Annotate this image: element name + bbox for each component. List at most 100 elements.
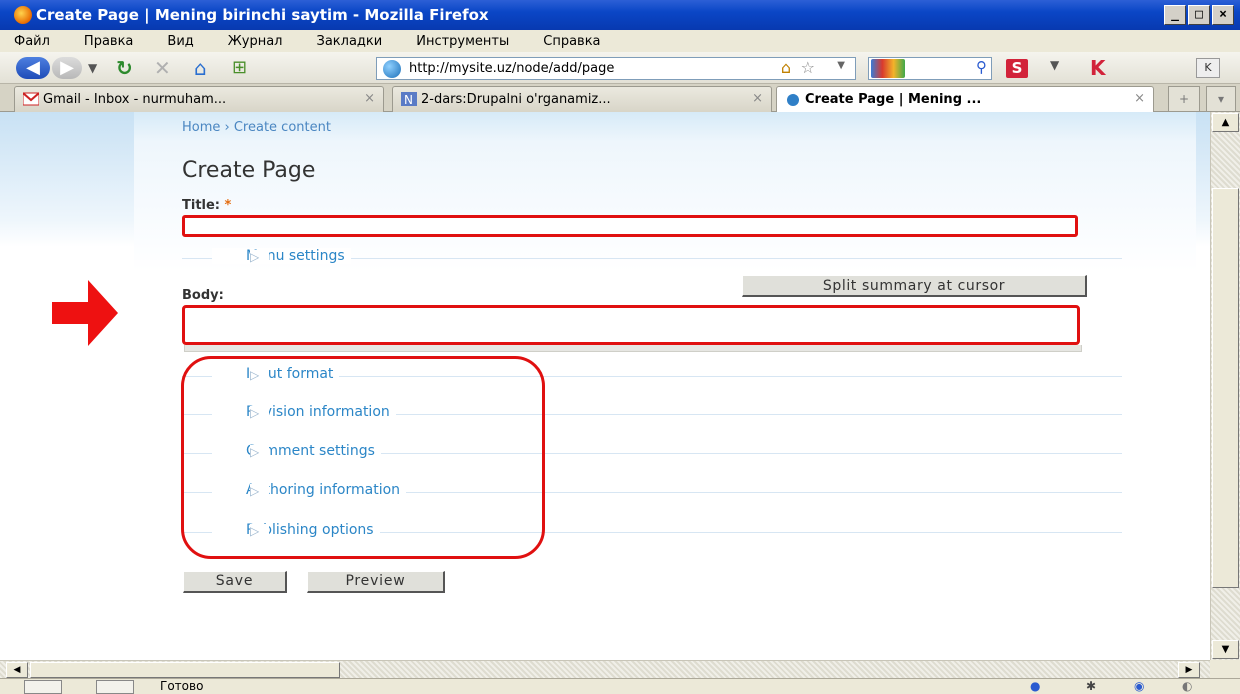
tab-label: Gmail - Inbox - nurmuham... xyxy=(43,92,227,107)
menu-help[interactable]: Справка xyxy=(543,34,600,49)
tab-bar: Gmail - Inbox - nurmuham... × N 2-dars:D… xyxy=(0,84,1240,113)
status-bar: Готово ● ✱ ◉ ◐ xyxy=(0,678,1240,694)
scroll-up-icon[interactable]: ▲ xyxy=(1212,113,1239,132)
scroll-left-icon[interactable]: ◀ xyxy=(6,662,28,678)
search-box[interactable]: ⚲ xyxy=(868,57,992,80)
title-input[interactable] xyxy=(182,215,1078,237)
collapse-triangle-icon: ▷ xyxy=(250,445,270,459)
search-engine-icon[interactable] xyxy=(871,59,905,78)
drupal-icon xyxy=(787,92,799,106)
maximize-button[interactable]: □ xyxy=(1188,5,1210,25)
minimize-button[interactable]: _ xyxy=(1164,5,1186,25)
page-title: Create Page xyxy=(182,158,316,183)
addon-s-button[interactable]: S xyxy=(1006,59,1028,78)
fieldset-legend[interactable]: ▷ Revision information xyxy=(212,404,396,420)
scroll-down-icon[interactable]: ▼ xyxy=(1212,640,1239,659)
fieldset-authoring-information[interactable]: ▷ Authoring information xyxy=(182,482,1122,502)
horizontal-scrollbar[interactable]: ◀ ▶ xyxy=(0,660,1210,678)
addon-k-box-icon[interactable]: K xyxy=(1196,58,1220,78)
site-favicon-icon xyxy=(383,59,401,78)
addon-k-icon[interactable]: K xyxy=(1090,56,1106,80)
vertical-scrollbar[interactable]: ▲ ▼ xyxy=(1210,112,1240,660)
fieldset-legend[interactable]: ▷ Menu settings xyxy=(212,248,351,264)
status-tool-icon[interactable] xyxy=(24,680,62,694)
red-arrow-annotation-icon xyxy=(52,280,118,346)
navigation-toolbar: ◀ ▶ ▼ ↻ ✕ ⌂ ⊞ http://mysite.uz/node/add/… xyxy=(0,52,1240,84)
status-addon-blue-icon[interactable]: ● xyxy=(1030,679,1040,693)
menu-edit[interactable]: Правка xyxy=(84,34,133,49)
reload-icon[interactable]: ↻ xyxy=(116,57,133,79)
tab-label: 2-dars:Drupalni o'rganamiz... xyxy=(421,92,611,107)
scroll-right-icon[interactable]: ▶ xyxy=(1178,662,1200,678)
textarea-resize-handle[interactable] xyxy=(184,345,1082,352)
fieldset-legend[interactable]: ▷ Input format xyxy=(212,366,340,382)
fieldset-legend[interactable]: ▷ Comment settings xyxy=(212,443,381,459)
fieldset-menu-settings[interactable]: ▷ Menu settings xyxy=(182,248,1122,268)
tab-close-icon[interactable]: × xyxy=(1134,91,1145,106)
tab-label: Create Page | Mening ... xyxy=(805,92,982,107)
status-graph-icon[interactable] xyxy=(96,680,134,694)
bookmark-star-icon[interactable]: ☆ xyxy=(801,58,815,77)
menu-file[interactable]: Файл xyxy=(14,34,50,49)
firefox-icon xyxy=(14,6,32,24)
required-mark: * xyxy=(224,198,232,213)
tab-close-icon[interactable]: × xyxy=(364,91,375,106)
menu-bookmarks[interactable]: Закладки xyxy=(317,34,383,49)
search-icon[interactable]: ⚲ xyxy=(976,58,987,76)
tab-close-icon[interactable]: × xyxy=(752,91,763,106)
body-textarea[interactable] xyxy=(182,305,1080,345)
ning-icon: N xyxy=(401,92,417,106)
save-button[interactable]: Save xyxy=(183,571,287,593)
fieldset-comment-settings[interactable]: ▷ Comment settings xyxy=(182,443,1122,463)
addon-dropdown-icon[interactable]: ▼ xyxy=(1050,58,1059,72)
home-icon[interactable]: ⌂ xyxy=(194,57,207,79)
preview-button[interactable]: Preview xyxy=(307,571,445,593)
breadcrumb[interactable]: Home › Create content xyxy=(182,120,331,135)
bookmark-add-icon[interactable]: ⊞ xyxy=(232,57,247,79)
fieldset-legend[interactable]: ▷ Authoring information xyxy=(212,482,407,498)
status-eye-icon[interactable]: ◉ xyxy=(1134,679,1144,693)
address-bar[interactable]: http://mysite.uz/node/add/page ⌂ ☆ ▼ xyxy=(376,57,856,80)
tab-list-icon[interactable]: ▾ xyxy=(1206,86,1236,112)
vertical-scroll-thumb[interactable] xyxy=(1212,188,1239,588)
collapse-triangle-icon: ▷ xyxy=(250,250,270,264)
window-controls: _ □ × xyxy=(1164,5,1234,25)
close-button[interactable]: × xyxy=(1212,5,1234,25)
tab-gmail[interactable]: Gmail - Inbox - nurmuham... × xyxy=(14,86,384,112)
status-text: Готово xyxy=(160,679,204,693)
collapse-triangle-icon: ▷ xyxy=(250,484,270,498)
window-title: Create Page | Mening birinchi saytim - M… xyxy=(36,6,489,24)
collapse-triangle-icon: ▷ xyxy=(250,406,270,420)
menubar: Файл Правка Вид Журнал Закладки Инструме… xyxy=(0,30,1240,52)
fieldset-input-format[interactable]: ▷ Input format xyxy=(182,366,1122,386)
status-options-icon[interactable]: ◐ xyxy=(1182,679,1192,693)
stop-icon[interactable]: ✕ xyxy=(154,57,171,79)
menu-history[interactable]: Журнал xyxy=(228,34,283,49)
tab-create-page[interactable]: Create Page | Mening ... × xyxy=(776,86,1154,113)
history-dropdown-icon[interactable]: ▼ xyxy=(88,57,97,79)
page-viewport: Home › Create content Create Page Title:… xyxy=(0,112,1210,660)
forward-icon[interactable]: ▶ xyxy=(52,57,82,79)
scrollbar-corner xyxy=(1210,660,1240,678)
fieldset-legend[interactable]: ▷ Publishing options xyxy=(212,522,380,538)
horizontal-scroll-thumb[interactable] xyxy=(30,662,340,678)
back-icon[interactable]: ◀ xyxy=(16,57,50,79)
new-tab-icon[interactable]: + xyxy=(1168,86,1200,112)
url-dropdown-icon[interactable]: ▼ xyxy=(837,60,845,71)
fieldset-revision-information[interactable]: ▷ Revision information xyxy=(182,404,1122,424)
title-label-text: Title: xyxy=(182,198,221,213)
collapse-triangle-icon: ▷ xyxy=(250,368,270,382)
tab-drupal-lesson[interactable]: N 2-dars:Drupalni o'rganamiz... × xyxy=(392,86,772,112)
gmail-icon xyxy=(23,92,39,106)
url-text[interactable]: http://mysite.uz/node/add/page xyxy=(409,61,614,76)
collapse-triangle-icon: ▷ xyxy=(250,524,270,538)
home-page-icon[interactable]: ⌂ xyxy=(781,58,791,77)
window-titlebar: Create Page | Mening birinchi saytim - M… xyxy=(0,0,1240,30)
status-bug-icon[interactable]: ✱ xyxy=(1086,679,1096,693)
menu-tools[interactable]: Инструменты xyxy=(416,34,509,49)
svg-text:N: N xyxy=(404,93,413,106)
split-summary-button[interactable]: Split summary at cursor xyxy=(742,275,1087,297)
title-field-label: Title: * xyxy=(182,198,231,213)
menu-view[interactable]: Вид xyxy=(167,34,193,49)
fieldset-publishing-options[interactable]: ▷ Publishing options xyxy=(182,522,1122,542)
